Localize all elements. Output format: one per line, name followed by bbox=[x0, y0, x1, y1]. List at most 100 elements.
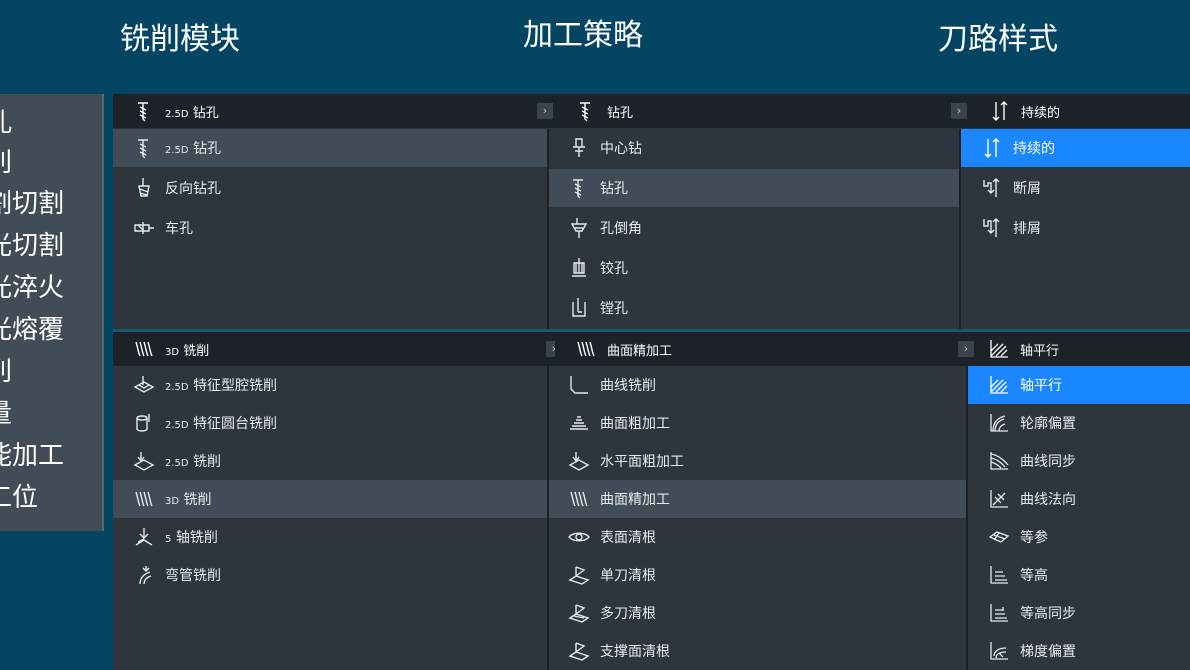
surface-rough-icon bbox=[566, 410, 592, 436]
left-item[interactable]: 光切割 bbox=[0, 233, 64, 259]
list-item[interactable]: 3D 铣削 bbox=[113, 480, 547, 518]
left-item[interactable]: 能加工 bbox=[0, 443, 64, 469]
list-item[interactable]: 轴平行 bbox=[968, 366, 1190, 404]
list-item[interactable]: 梯度偏置 bbox=[968, 632, 1190, 670]
left-item[interactable]: 光熔覆 bbox=[0, 317, 64, 343]
item-prefix: 2.5D bbox=[165, 145, 189, 156]
list-item[interactable]: 曲线同步 bbox=[968, 442, 1190, 480]
machining-strategy-heading: 加工策略 bbox=[523, 18, 643, 53]
left-item[interactable]: 削 bbox=[0, 359, 12, 385]
item-prefix: 2.5D bbox=[165, 420, 189, 431]
item-label: 曲线同步 bbox=[1020, 454, 1076, 470]
header-label: 钻孔 bbox=[192, 105, 219, 121]
curve-mill-icon bbox=[566, 372, 592, 398]
item-label: 等高 bbox=[1020, 568, 1048, 584]
list-item[interactable]: 2.5D 特征型腔铣削 bbox=[113, 366, 547, 404]
list-item[interactable]: 反向钻孔 bbox=[113, 169, 547, 207]
list-item[interactable]: 镗孔 bbox=[548, 289, 960, 327]
column-divider bbox=[966, 366, 968, 670]
list-item[interactable]: 等参 bbox=[968, 518, 1190, 556]
left-item[interactable]: 孔 bbox=[0, 110, 12, 136]
item-label: 弯管铣削 bbox=[165, 568, 221, 584]
list-item[interactable]: 持续的 bbox=[961, 129, 1190, 167]
header-label: 曲面精加工 bbox=[607, 343, 673, 359]
left-item[interactable]: 削 bbox=[0, 150, 12, 176]
chevron-right-icon[interactable]: › bbox=[537, 103, 553, 119]
item-label: 支撑面清根 bbox=[600, 644, 670, 660]
list-item[interactable]: 曲线法向 bbox=[968, 480, 1190, 518]
header-label: 持续的 bbox=[1021, 105, 1061, 121]
item-label: 孔倒角 bbox=[600, 221, 642, 237]
column-divider bbox=[547, 366, 549, 670]
list-item[interactable]: 表面清根 bbox=[548, 518, 967, 556]
list-item[interactable]: 弯管铣削 bbox=[113, 556, 547, 594]
list-item[interactable]: 5 轴铣削 bbox=[113, 518, 547, 556]
list-item[interactable]: 等高同步 bbox=[968, 594, 1190, 632]
item-label: 轮廓偏置 bbox=[1020, 416, 1076, 432]
z-level-sync-icon bbox=[986, 600, 1012, 626]
list-item[interactable]: 排屑 bbox=[961, 209, 1190, 247]
item-label: 曲线法向 bbox=[1020, 492, 1076, 508]
item-label: 车孔 bbox=[165, 221, 193, 237]
list-item[interactable]: 车孔 bbox=[113, 209, 547, 247]
continuous-icon bbox=[987, 98, 1013, 124]
list-item[interactable]: 孔倒角 bbox=[548, 209, 960, 247]
item-label: 单刀清根 bbox=[600, 568, 656, 584]
item-label: 铣削 bbox=[183, 492, 212, 508]
left-item[interactable]: 量 bbox=[0, 401, 12, 427]
list-item[interactable]: 断屑 bbox=[961, 169, 1190, 207]
list-item[interactable]: 2.5D 铣削 bbox=[113, 442, 547, 480]
multi-clean-icon bbox=[566, 600, 592, 626]
mill-3d-icon bbox=[131, 486, 157, 512]
drill-module-header[interactable]: 2.5D 钻孔 › bbox=[113, 94, 555, 128]
list-item[interactable]: 曲面粗加工 bbox=[548, 404, 967, 442]
chip-remove-icon bbox=[979, 215, 1005, 241]
list-item[interactable]: 水平面粗加工 bbox=[548, 442, 967, 480]
list-item[interactable]: 2.5D 钻孔 bbox=[113, 129, 547, 167]
item-label: 钻孔 bbox=[193, 141, 222, 157]
chevron-right-icon[interactable]: › bbox=[951, 103, 967, 119]
bent-pipe-icon bbox=[131, 562, 157, 588]
list-item[interactable]: 支撑面清根 bbox=[548, 632, 967, 670]
list-item[interactable]: 等高 bbox=[968, 556, 1190, 594]
header-label: 轴平行 bbox=[1020, 343, 1060, 359]
continuous-icon bbox=[979, 135, 1005, 161]
drill-style-header[interactable]: 持续的 bbox=[969, 94, 1190, 128]
list-item[interactable]: 曲线铣削 bbox=[548, 366, 967, 404]
five-axis-icon bbox=[131, 524, 157, 550]
drill-strategy-header[interactable]: 钻孔 › bbox=[555, 94, 969, 128]
list-item[interactable]: 多刀清根 bbox=[548, 594, 967, 632]
mill-style-header[interactable]: 轴平行 bbox=[976, 332, 1190, 366]
mill-strategy-header[interactable]: 曲面精加工 › bbox=[555, 332, 976, 366]
single-clean-icon bbox=[566, 562, 592, 588]
bore-turn-icon bbox=[131, 215, 157, 241]
contour-offset-icon bbox=[986, 410, 1012, 436]
surface-finish-icon bbox=[573, 336, 599, 362]
drill-icon bbox=[566, 175, 592, 201]
left-item[interactable]: 工位 bbox=[0, 485, 38, 511]
item-prefix: 3D bbox=[165, 496, 180, 507]
left-module-panel: 孔 削 割切割 光切割 光淬火 光熔覆 削 量 能加工 工位 bbox=[0, 94, 104, 531]
boring-icon bbox=[566, 295, 592, 321]
item-label: 镗孔 bbox=[600, 301, 628, 317]
boss-icon bbox=[131, 410, 157, 436]
header-label: 钻孔 bbox=[607, 105, 634, 121]
list-item[interactable]: 单刀清根 bbox=[548, 556, 967, 594]
item-label: 多刀清根 bbox=[600, 606, 656, 622]
item-label: 铰孔 bbox=[600, 261, 628, 277]
chevron-right-icon[interactable]: › bbox=[958, 341, 974, 357]
mill-module-header[interactable]: 3D 铣削 › bbox=[113, 332, 562, 366]
list-item[interactable]: 轮廓偏置 bbox=[968, 404, 1190, 442]
chamfer-icon bbox=[566, 215, 592, 241]
left-item[interactable]: 光淬火 bbox=[0, 275, 64, 301]
list-item[interactable]: 中心钻 bbox=[548, 129, 960, 167]
item-prefix: 2.5D bbox=[165, 458, 189, 469]
list-item[interactable]: 钻孔 bbox=[548, 169, 960, 207]
left-item[interactable]: 割切割 bbox=[0, 191, 64, 217]
item-prefix: 5 bbox=[165, 534, 172, 545]
list-item[interactable]: 曲面精加工 bbox=[548, 480, 967, 518]
list-item[interactable]: 2.5D 特征圆台铣削 bbox=[113, 404, 547, 442]
column-divider bbox=[959, 129, 961, 330]
list-item[interactable]: 铰孔 bbox=[548, 249, 960, 287]
curve-sync-icon bbox=[986, 448, 1012, 474]
